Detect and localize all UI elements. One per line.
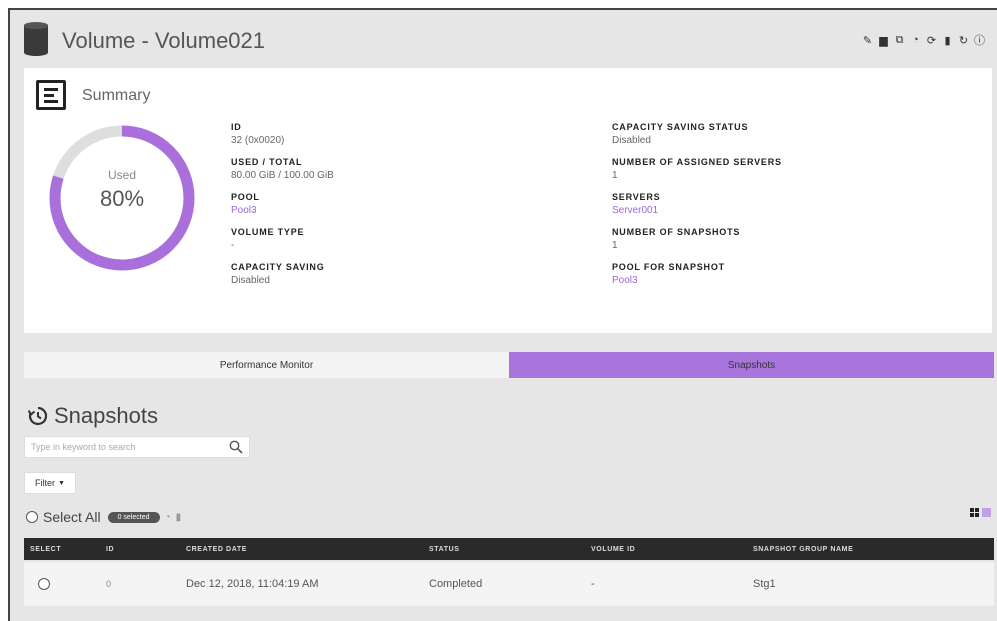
- used-label: Used: [107, 168, 136, 182]
- detail-tabs: Performance Monitor Snapshots: [24, 352, 994, 378]
- page-header: Volume - Volume021 ✎ ▆ ⧉ ◔ ⟳ ▮ ↻ ⓘ: [24, 22, 991, 66]
- server-link[interactable]: Server001: [612, 205, 782, 227]
- field-label-servers: SERVERS: [612, 192, 661, 202]
- field-value-capacity-saving: Disabled: [231, 275, 270, 286]
- help-icon[interactable]: ⓘ: [974, 34, 985, 47]
- search-input[interactable]: [25, 437, 232, 457]
- field-label-assigned-servers: NUMBER OF ASSIGNED SERVERS: [612, 157, 782, 167]
- field-label-used-total: USED / TOTAL: [231, 157, 303, 167]
- col-created-date[interactable]: CREATED DATE: [186, 546, 429, 553]
- table-row[interactable]: 0 Dec 12, 2018, 11:04:19 AM Completed - …: [24, 562, 994, 606]
- filter-button[interactable]: Filter ▼: [24, 472, 76, 494]
- col-status[interactable]: STATUS: [429, 546, 591, 553]
- pencil-icon[interactable]: ✎: [862, 34, 873, 47]
- summary-card: Summary Used 80% ID 32 (0x0020) USED / T…: [24, 68, 992, 333]
- trash-icon[interactable]: ▮: [942, 34, 953, 47]
- field-label-id: ID: [231, 122, 242, 132]
- grid-view-icon[interactable]: [970, 508, 979, 517]
- volume-detail-window: Volume - Volume021 ✎ ▆ ⧉ ◔ ⟳ ▮ ↻ ⓘ Summa…: [8, 8, 997, 621]
- sync-icon[interactable]: ⟳: [926, 34, 937, 47]
- summary-fields-left: ID 32 (0x0020) USED / TOTAL 80.00 GiB / …: [231, 122, 334, 297]
- select-all-radio[interactable]: [26, 511, 38, 523]
- filter-label: Filter: [35, 478, 56, 488]
- view-toggle: [970, 508, 991, 517]
- cell-status: Completed: [429, 578, 483, 590]
- field-label-number-of-snapshots: NUMBER OF SNAPSHOTS: [612, 227, 741, 237]
- summary-title: Summary: [82, 87, 151, 104]
- field-value-assigned-servers: 1: [612, 170, 618, 181]
- field-value-used-total: 80.00 GiB / 100.00 GiB: [231, 170, 334, 181]
- col-volume-id[interactable]: VOLUME ID: [591, 546, 753, 553]
- field-label-capacity-saving-status: CAPACITY SAVING STATUS: [612, 122, 749, 132]
- refresh-icon[interactable]: ↻: [958, 34, 969, 47]
- cell-volume-id: -: [591, 578, 595, 590]
- cell-id: 0: [106, 579, 112, 589]
- col-id[interactable]: ID: [106, 546, 186, 553]
- snapshots-heading: Snapshots: [28, 402, 158, 430]
- export-icon[interactable]: ⧉: [894, 34, 905, 46]
- field-value-capacity-saving-status: Disabled: [612, 135, 651, 146]
- snapshots-title: Snapshots: [54, 403, 158, 428]
- summary-fields-right: CAPACITY SAVING STATUS Disabled NUMBER O…: [612, 122, 782, 297]
- cell-group-name: Stg1: [753, 578, 776, 590]
- restore-icon[interactable]: ◔: [165, 512, 171, 523]
- field-value-id: 32 (0x0020): [231, 135, 285, 146]
- database-icon: [24, 22, 48, 56]
- field-value-number-of-snapshots: 1: [612, 240, 618, 251]
- summary-icon: [36, 80, 66, 110]
- document-icon[interactable]: ▆: [878, 34, 889, 47]
- used-percent: 80%: [99, 186, 145, 211]
- delete-icon[interactable]: ▮: [176, 512, 182, 523]
- pool-link[interactable]: Pool3: [231, 205, 334, 227]
- table-header: SELECT ID CREATED DATE STATUS VOLUME ID …: [24, 538, 994, 560]
- snapshot-pool-link[interactable]: Pool3: [612, 275, 782, 297]
- list-view-icon[interactable]: [982, 508, 991, 517]
- snapshots-table: SELECT ID CREATED DATE STATUS VOLUME ID …: [24, 538, 994, 606]
- tab-performance-monitor[interactable]: Performance Monitor: [24, 352, 509, 378]
- search-box: [24, 436, 250, 458]
- field-label-pool: POOL: [231, 192, 260, 202]
- field-label-pool-for-snapshot: POOL FOR SNAPSHOT: [612, 262, 725, 272]
- caret-down-icon: ▼: [58, 479, 65, 487]
- select-all-label: Select All: [43, 509, 101, 525]
- selected-count-badge: 0 selected: [107, 511, 160, 523]
- page-title: Volume - Volume021: [62, 28, 266, 53]
- field-value-volume-type: -: [231, 240, 235, 251]
- row-select-cell: [24, 578, 106, 590]
- field-label-volume-type: VOLUME TYPE: [231, 227, 305, 237]
- toolbar: ✎ ▆ ⧉ ◔ ⟳ ▮ ↻ ⓘ: [862, 34, 985, 48]
- snapshot-icon[interactable]: ◔: [910, 34, 921, 46]
- snapshot-history-icon: [28, 406, 48, 426]
- cell-created-date: Dec 12, 2018, 11:04:19 AM: [186, 578, 319, 590]
- field-label-capacity-saving: CAPACITY SAVING: [231, 262, 325, 272]
- col-snapshot-group-name[interactable]: SNAPSHOT GROUP NAME: [753, 546, 953, 553]
- tab-snapshots[interactable]: Snapshots: [509, 352, 994, 378]
- col-select: SELECT: [30, 545, 62, 553]
- row-select-radio[interactable]: [38, 578, 50, 590]
- select-all-row: Select All 0 selected ◔ ▮: [26, 508, 181, 526]
- search-icon[interactable]: [229, 440, 243, 454]
